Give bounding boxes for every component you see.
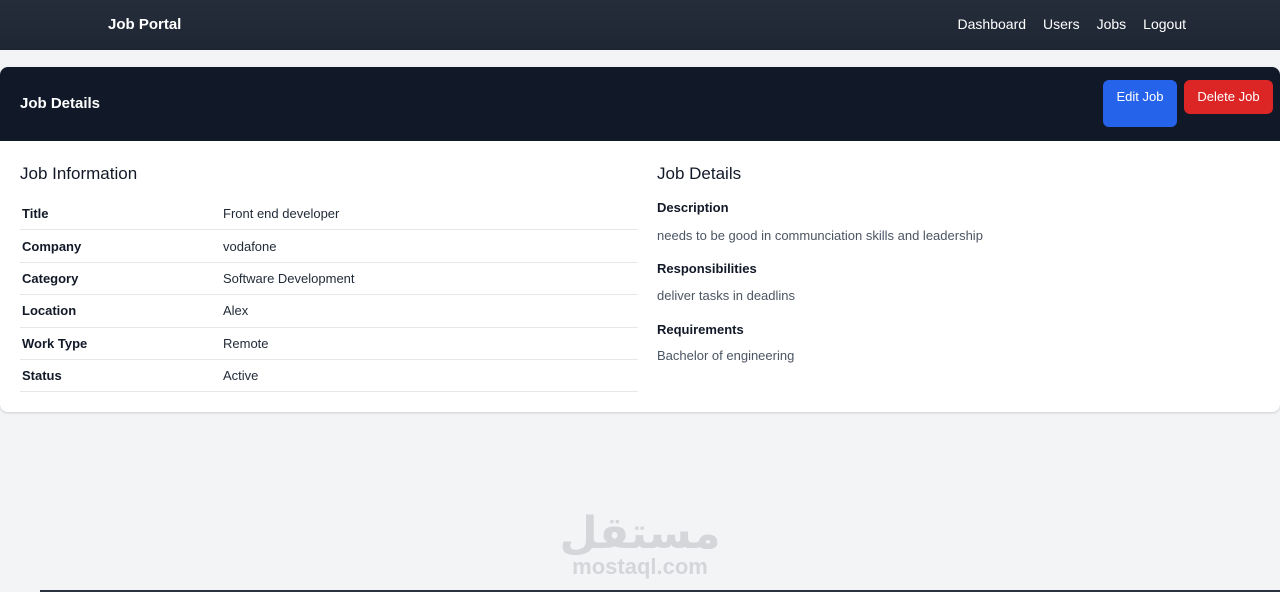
job-details-card: Job Details Edit Job Delete Job Job Info… — [0, 67, 1280, 412]
info-label: Category — [22, 270, 79, 286]
job-information-heading: Job Information — [20, 164, 138, 183]
job-information-table: Title Front end developer Company vodafo… — [20, 198, 638, 393]
watermark-latin: mostaql.com — [572, 554, 708, 579]
info-label: Status — [22, 368, 62, 384]
top-navbar: Job Portal Dashboard Users Jobs Logout — [0, 0, 1280, 50]
brand-logo[interactable]: Job Portal — [108, 16, 181, 34]
info-value: Front end developer — [223, 206, 340, 222]
nav-links: Dashboard Users Jobs Logout — [958, 16, 1186, 33]
info-row-company: Company vodafone — [20, 230, 638, 263]
info-row-category: Category Software Development — [20, 263, 638, 296]
info-value: vodafone — [223, 238, 277, 254]
info-row-status: Status Active — [20, 360, 638, 393]
info-value: Software Development — [223, 270, 355, 286]
info-value: Remote — [223, 335, 269, 351]
card-header: Job Details Edit Job Delete Job — [0, 67, 1280, 141]
info-row-title: Title Front end developer — [20, 198, 638, 231]
card-title: Job Details — [20, 95, 101, 112]
info-label: Work Type — [22, 335, 88, 351]
info-label: Company — [22, 238, 82, 254]
info-row-work-type: Work Type Remote — [20, 328, 638, 360]
nav-link-jobs[interactable]: Jobs — [1097, 16, 1127, 33]
nav-link-logout[interactable]: Logout — [1143, 16, 1186, 33]
description-label: Description — [657, 200, 729, 215]
info-label: Location — [22, 303, 77, 319]
delete-job-button[interactable]: Delete Job — [1184, 80, 1273, 114]
requirements-text: Bachelor of engineering — [657, 348, 795, 363]
responsibilities-label: Responsibilities — [657, 261, 757, 276]
edit-job-button[interactable]: Edit Job — [1103, 80, 1177, 127]
watermark-arabic: مستقل — [559, 508, 721, 559]
info-value: Alex — [223, 303, 249, 319]
info-value: Active — [223, 368, 259, 384]
requirements-label: Requirements — [657, 322, 744, 337]
nav-link-dashboard[interactable]: Dashboard — [958, 16, 1027, 33]
info-label: Title — [22, 206, 49, 222]
info-row-location: Location Alex — [20, 295, 638, 328]
nav-link-users[interactable]: Users — [1043, 16, 1080, 33]
job-details-heading: Job Details — [657, 164, 742, 183]
responsibilities-text: deliver tasks in deadlins — [657, 288, 796, 303]
description-text: needs to be good in communciation skills… — [657, 228, 983, 243]
